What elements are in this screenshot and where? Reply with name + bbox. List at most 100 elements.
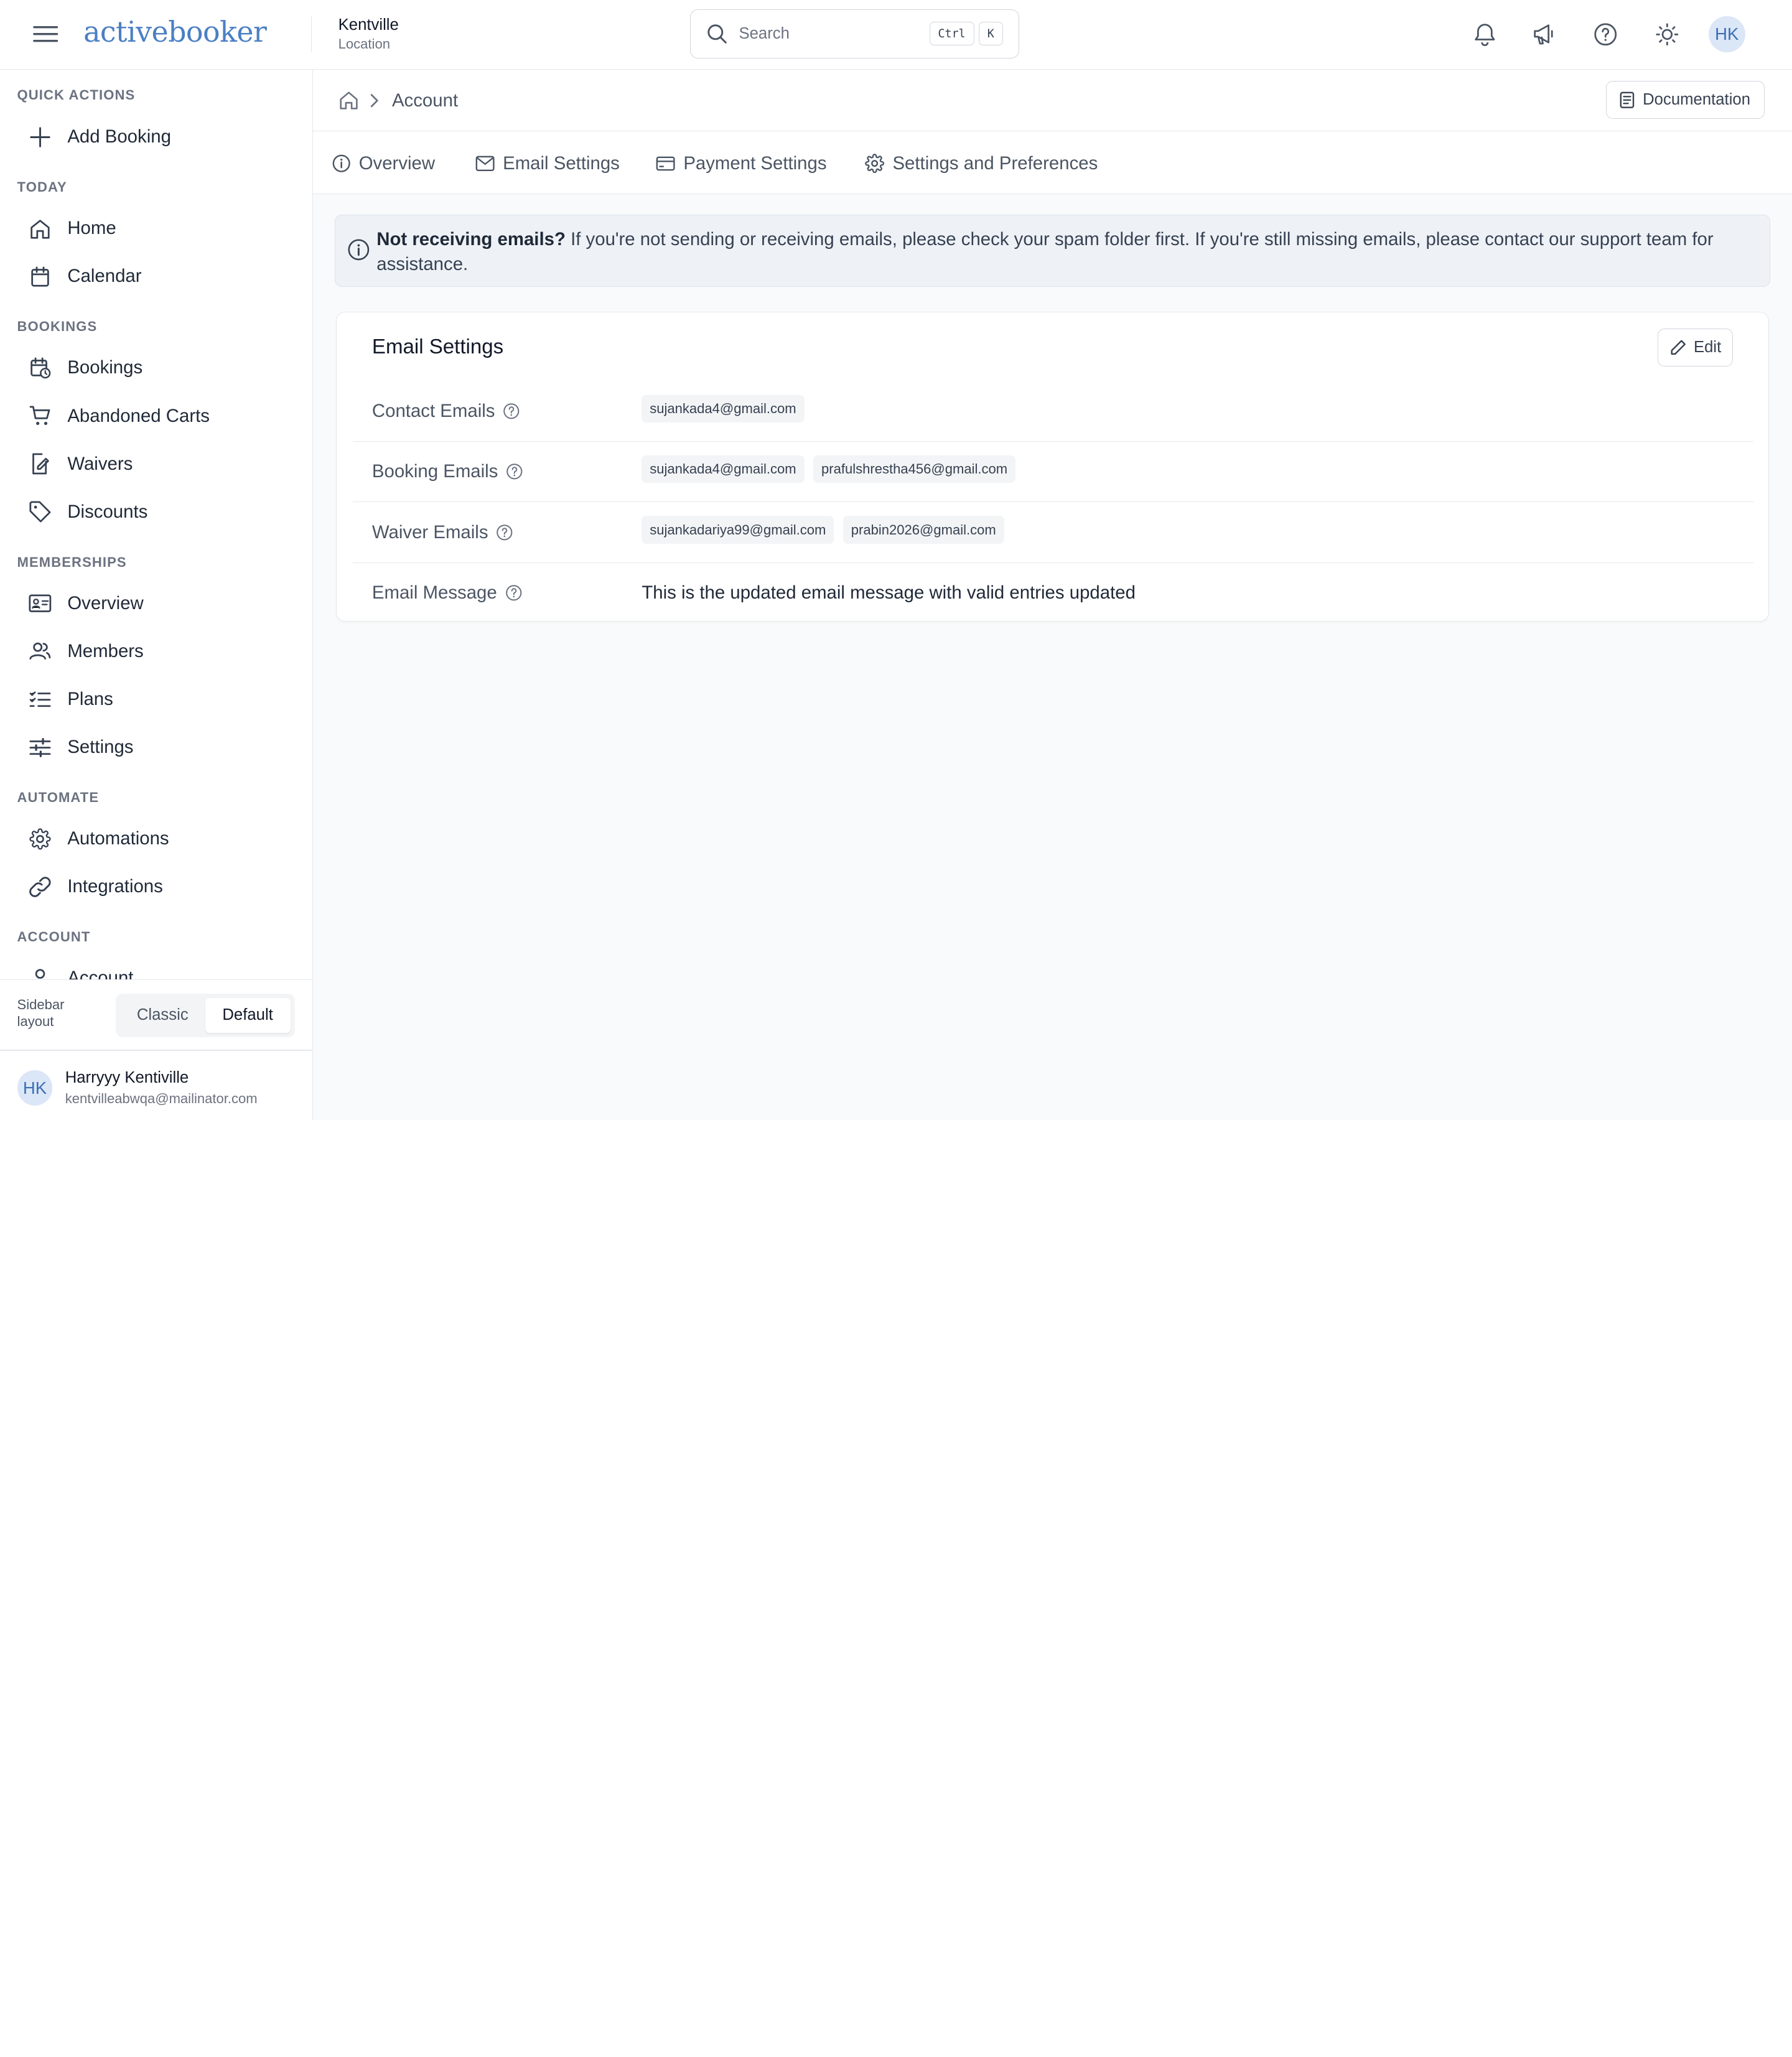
help-circle-icon[interactable]: [506, 463, 523, 480]
sliders-icon: [29, 737, 51, 757]
alert-text: Not receiving emails? If you're not send…: [376, 227, 1753, 278]
gear-icon: [865, 154, 885, 174]
sidebar-footer: Sidebar layout Classic Default HK Harryy…: [0, 979, 312, 1120]
sidebar-item-account[interactable]: Account: [17, 958, 296, 979]
menu-toggle-button[interactable]: [27, 18, 64, 50]
location-switcher[interactable]: Kentville Location: [338, 16, 399, 53]
booking-emails-list: sujankada4@gmail.com prafulshrestha456@g…: [642, 455, 1024, 483]
sidebar-item-abandoned-carts[interactable]: Abandoned Carts: [17, 395, 296, 436]
sidebar-item-label: Integrations: [67, 876, 163, 897]
bell-icon: [1474, 24, 1495, 46]
help-circle-icon[interactable]: [503, 403, 520, 420]
tab-settings-and-preferences[interactable]: Settings and Preferences: [865, 151, 1098, 175]
email-message-value: This is the updated email message with v…: [642, 582, 1136, 603]
email-message-row: Email Message This is the updated email …: [353, 563, 1754, 623]
tab-overview[interactable]: Overview: [332, 151, 435, 175]
sidebar-item-home[interactable]: Home: [17, 208, 296, 249]
calendar-clock-icon: [30, 357, 51, 379]
file-signature-icon: [32, 453, 49, 475]
sidebar-item-settings[interactable]: Settings: [17, 727, 296, 768]
sidebar-item-label: Overview: [67, 592, 144, 613]
row-label-text: Waiver Emails: [371, 521, 488, 543]
location-sub: Location: [338, 36, 390, 52]
help-circle-icon[interactable]: [496, 524, 513, 541]
chevron-right-icon: [370, 94, 378, 108]
shortcut-ctrl: Ctrl: [929, 22, 974, 46]
edit-label: Edit: [1693, 338, 1722, 356]
sidebar-item-label: Settings: [67, 737, 134, 758]
help-circle-icon[interactable]: [505, 584, 523, 602]
sidebar-item-add-booking[interactable]: Add Booking: [17, 116, 296, 157]
documentation-button[interactable]: Documentation: [1605, 81, 1765, 119]
sidebar-layout-label: Sidebar layout: [17, 996, 65, 1030]
home-icon[interactable]: [338, 90, 359, 111]
email-chip: sujankada4@gmail.com: [642, 394, 805, 422]
announcements-button[interactable]: [1528, 17, 1562, 52]
sidebar-item-members[interactable]: Members: [17, 631, 296, 672]
section-automate: AUTOMATE: [17, 790, 100, 806]
section-memberships: MEMBERSHIPS: [17, 554, 127, 570]
row-label-text: Booking Emails: [371, 461, 498, 482]
layout-option-default[interactable]: Default: [205, 998, 291, 1033]
top-bar: activebooker Kentville Location Search C…: [0, 0, 1792, 70]
sidebar-item-calendar[interactable]: Calendar: [17, 256, 296, 297]
breadcrumb-current: Account: [391, 90, 459, 111]
search-placeholder: Search: [739, 24, 790, 42]
notifications-button[interactable]: [1467, 17, 1501, 52]
tab-label: Payment Settings: [683, 152, 827, 174]
search-box[interactable]: Search Ctrl K: [690, 9, 1020, 58]
sidebar-item-integrations[interactable]: Integrations: [17, 866, 296, 907]
help-button[interactable]: [1589, 17, 1623, 52]
email-settings-card: Email Settings Edit Contact Emails sujan…: [335, 312, 1770, 623]
sidebar-item-overview[interactable]: Overview: [17, 583, 296, 624]
credit-card-icon: [656, 156, 675, 170]
hamburger-menu-icon: [33, 26, 58, 42]
sidebar-item-label: Account: [67, 968, 134, 980]
user-name: Harryyy Kentiville: [65, 1069, 189, 1087]
tab-email-settings[interactable]: Email Settings: [475, 151, 620, 175]
top-divider: [310, 16, 312, 53]
megaphone-icon: [1534, 24, 1553, 45]
tab-label: Overview: [358, 152, 436, 174]
waiver-emails-list: sujankadariya99@gmail.com prabin2026@gma…: [642, 516, 1013, 544]
sidebar-item-label: Discounts: [67, 501, 148, 522]
layout-option-classic[interactable]: Classic: [120, 998, 205, 1032]
shortcut-k: K: [978, 22, 1003, 46]
email-message-label: Email Message: [372, 582, 522, 604]
sidebar-nav[interactable]: QUICK ACTIONS Add Booking TODAY Home Cal…: [0, 70, 312, 979]
sidebar-item-bookings[interactable]: Bookings: [17, 347, 296, 388]
id-card-icon: [29, 594, 52, 612]
home-icon: [30, 220, 50, 239]
users-icon: [29, 643, 51, 660]
section-quick-actions: QUICK ACTIONS: [17, 86, 136, 103]
booking-emails-label: Booking Emails: [372, 461, 523, 482]
tab-payment-settings[interactable]: Payment Settings: [656, 151, 827, 175]
sidebar-item-waivers[interactable]: Waivers: [17, 444, 296, 485]
sidebar-item-automations[interactable]: Automations: [17, 818, 296, 859]
search-icon: [707, 24, 727, 44]
user-avatar-top[interactable]: HK: [1708, 16, 1745, 53]
waiver-emails-label: Waiver Emails: [372, 522, 513, 543]
email-chip: prabin2026@gmail.com: [842, 516, 1004, 544]
sidebar-item-plans[interactable]: Plans: [17, 679, 296, 720]
user-avatar[interactable]: HK: [17, 1070, 53, 1106]
contact-emails-label: Contact Emails: [372, 401, 520, 422]
edit-button[interactable]: Edit: [1658, 329, 1734, 366]
sidebar: QUICK ACTIONS Add Booking TODAY Home Cal…: [0, 70, 314, 1120]
pencil-icon: [1671, 340, 1686, 355]
card-title: Email Settings: [371, 335, 504, 359]
account-tabs: Overview Email Settings Payment Settings…: [313, 131, 1792, 195]
sidebar-item-discounts[interactable]: Discounts: [17, 492, 296, 533]
sidebar-layout-toggle: Classic Default: [115, 994, 295, 1037]
section-bookings: BOOKINGS: [17, 319, 98, 335]
mail-icon: [475, 156, 495, 171]
email-info-alert: Not receiving emails? If you're not send…: [335, 215, 1771, 287]
theme-toggle-button[interactable]: [1650, 17, 1684, 52]
app-root: activebooker Kentville Location Search C…: [0, 0, 1792, 1120]
booking-emails-row: Booking Emails sujankada4@gmail.com praf…: [352, 442, 1754, 503]
activebooker-logo[interactable]: activebooker: [83, 9, 267, 55]
alert-message: If you're not sending or receiving email…: [376, 228, 1714, 275]
email-chip: sujankada4@gmail.com: [642, 455, 805, 483]
user-icon: [35, 969, 45, 979]
section-account: ACCOUNT: [17, 929, 91, 945]
